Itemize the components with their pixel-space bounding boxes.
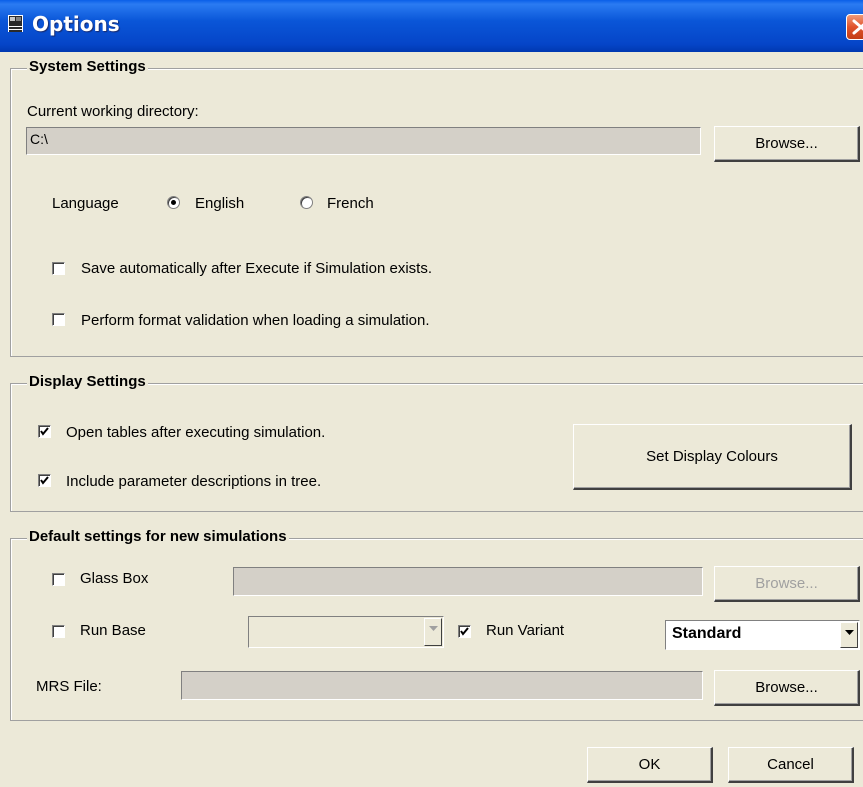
glass-box-field[interactable] bbox=[233, 567, 703, 596]
default-settings-legend: Default settings for new simulations bbox=[27, 528, 289, 545]
glass-box-checkbox[interactable] bbox=[52, 573, 65, 586]
variant-select-value: Standard bbox=[672, 625, 742, 642]
variant-select[interactable]: Standard bbox=[665, 620, 860, 650]
close-icon[interactable] bbox=[846, 14, 863, 40]
language-english-radio[interactable] bbox=[167, 196, 180, 209]
run-base-dropdown-icon[interactable] bbox=[424, 618, 442, 646]
open-tables-checkbox[interactable] bbox=[38, 425, 51, 438]
run-variant-label[interactable]: Run Variant bbox=[486, 622, 564, 639]
open-tables-label[interactable]: Open tables after executing simulation. bbox=[66, 424, 325, 441]
mrs-file-label: MRS File: bbox=[36, 678, 102, 695]
run-base-label[interactable]: Run Base bbox=[80, 622, 146, 639]
cwd-field[interactable]: C:\ bbox=[26, 127, 701, 155]
save-auto-checkbox[interactable] bbox=[52, 262, 65, 275]
mrs-file-field[interactable] bbox=[181, 671, 703, 700]
app-icon[interactable] bbox=[8, 15, 23, 32]
cwd-label: Current working directory: bbox=[27, 103, 199, 120]
display-settings-legend: Display Settings bbox=[27, 373, 148, 390]
run-base-checkbox[interactable] bbox=[52, 625, 65, 638]
title-bar[interactable]: Options bbox=[0, 0, 863, 52]
run-base-select[interactable] bbox=[248, 616, 444, 648]
language-english-label[interactable]: English bbox=[195, 195, 244, 212]
language-french-radio[interactable] bbox=[300, 196, 313, 209]
format-validation-checkbox[interactable] bbox=[52, 313, 65, 326]
radio-selected-dot bbox=[171, 200, 176, 205]
cwd-browse-button[interactable]: Browse... bbox=[714, 126, 860, 162]
include-params-checkbox[interactable] bbox=[38, 474, 51, 487]
save-auto-label[interactable]: Save automatically after Execute if Simu… bbox=[81, 260, 432, 277]
ok-button[interactable]: OK bbox=[587, 747, 713, 783]
format-validation-label[interactable]: Perform format validation when loading a… bbox=[81, 312, 430, 329]
window-title: Options bbox=[32, 12, 120, 36]
cancel-button[interactable]: Cancel bbox=[728, 747, 854, 783]
system-settings-legend: System Settings bbox=[27, 58, 148, 75]
language-label: Language bbox=[52, 195, 119, 212]
cwd-value: C:\ bbox=[30, 131, 48, 147]
variant-dropdown-icon[interactable] bbox=[840, 622, 858, 648]
set-display-colours-button[interactable]: Set Display Colours bbox=[573, 424, 852, 490]
glass-box-label[interactable]: Glass Box bbox=[80, 570, 148, 587]
glass-box-browse-button[interactable]: Browse... bbox=[714, 566, 860, 602]
run-variant-checkbox[interactable] bbox=[458, 625, 471, 638]
language-french-label[interactable]: French bbox=[327, 195, 374, 212]
include-params-label[interactable]: Include parameter descriptions in tree. bbox=[66, 473, 321, 490]
mrs-file-browse-button[interactable]: Browse... bbox=[714, 670, 860, 706]
